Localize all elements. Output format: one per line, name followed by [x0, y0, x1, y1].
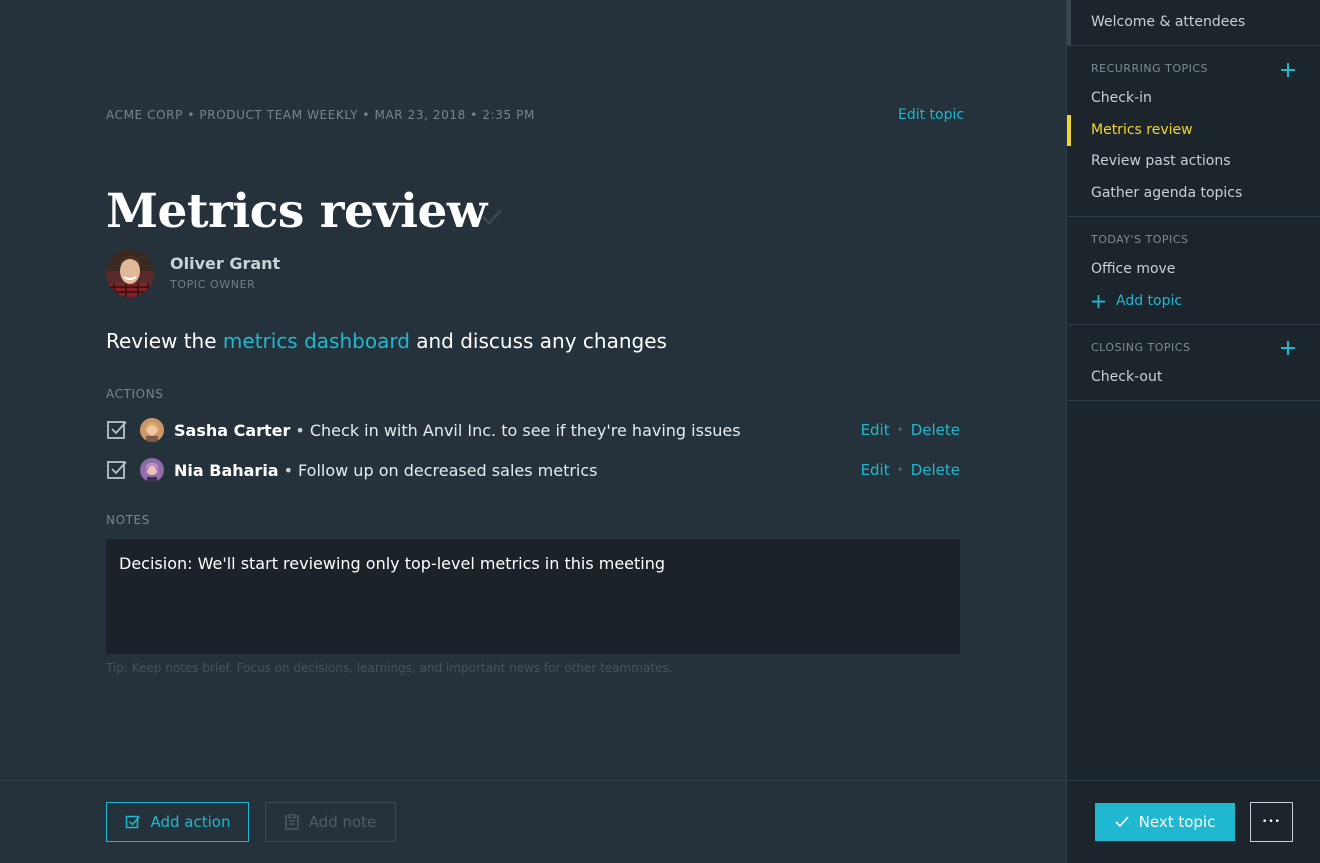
add-closing-topic-plus-icon[interactable]	[1280, 340, 1296, 356]
actions-label: ACTIONS	[106, 387, 164, 401]
action-row: Nia Baharia • Follow up on decreased sal…	[106, 456, 960, 484]
metrics-dashboard-link[interactable]: metrics dashboard	[223, 329, 410, 353]
sidebar-item-metrics-review[interactable]: Metrics review	[1091, 122, 1193, 138]
add-topic-label: Add topic	[1116, 293, 1183, 309]
add-recurring-topic-plus-icon[interactable]	[1280, 62, 1296, 78]
action-text: Follow up on decreased sales metrics	[298, 460, 598, 480]
checkbox-icon[interactable]	[106, 459, 128, 481]
separator: •	[896, 423, 904, 437]
description-text: Review the	[106, 329, 223, 353]
clipboard-icon	[284, 814, 299, 830]
breadcrumb: ACME CORP • PRODUCT TEAM WEEKLY • MAR 23…	[106, 108, 535, 122]
agenda-sidebar: Welcome & attendees RECURRING TOPICS Che…	[1066, 0, 1320, 863]
notes-tip: Tip: Keep notes brief. Focus on decision…	[106, 661, 673, 675]
next-topic-label: Next topic	[1138, 813, 1216, 831]
add-note-button[interactable]: Add note	[265, 802, 396, 842]
assignee-name: Sasha Carter	[174, 420, 291, 440]
sidebar-item-review-past-actions[interactable]: Review past actions	[1091, 153, 1231, 169]
add-note-label: Add note	[308, 813, 377, 831]
separator: •	[896, 463, 904, 477]
sidebar-divider	[1067, 324, 1320, 325]
recurring-topics-label: RECURRING TOPICS	[1091, 62, 1209, 75]
sidebar-item-office-move[interactable]: Office move	[1091, 261, 1175, 277]
sidebar-item-gather-agenda-topics[interactable]: Gather agenda topics	[1091, 185, 1242, 201]
plus-icon	[1091, 294, 1106, 308]
sidebar-footer-divider	[1067, 780, 1320, 781]
sidebar-divider	[1067, 45, 1320, 46]
closing-topics-label: CLOSING TOPICS	[1091, 341, 1191, 354]
complete-check-icon[interactable]	[480, 204, 504, 228]
notes-label: NOTES	[106, 513, 150, 527]
edit-action-button[interactable]: Edit	[861, 421, 890, 439]
notes-textarea[interactable]: Decision: We'll start reviewing only top…	[106, 539, 960, 654]
owner-avatar	[106, 249, 154, 297]
add-action-label: Add action	[150, 813, 231, 831]
sidebar-item-check-in[interactable]: Check-in	[1091, 90, 1152, 106]
sidebar-item-check-out[interactable]: Check-out	[1091, 369, 1162, 385]
avatar	[140, 458, 164, 482]
next-topic-button[interactable]: Next topic	[1095, 803, 1235, 841]
owner-name: Oliver Grant	[170, 254, 281, 273]
checkbox-icon	[125, 815, 140, 829]
sidebar-divider	[1067, 400, 1320, 401]
avatar	[140, 418, 164, 442]
add-topic-button[interactable]: Add topic	[1091, 293, 1182, 309]
edit-action-button[interactable]: Edit	[861, 461, 890, 479]
action-text: Check in with Anvil Inc. to see if they'…	[309, 420, 741, 440]
topic-description: Review the metrics dashboard and discuss…	[106, 329, 667, 353]
todays-topics-label: TODAY'S TOPICS	[1091, 233, 1189, 246]
check-icon	[1115, 816, 1129, 828]
footer-divider	[0, 780, 1066, 781]
action-row: Sasha Carter • Check in with Anvil Inc. …	[106, 416, 960, 444]
sidebar-divider	[1067, 216, 1320, 217]
separator: •	[295, 420, 305, 440]
scroll-indicator	[1067, 0, 1071, 45]
active-indicator	[1067, 115, 1071, 146]
description-text-end: and discuss any changes	[409, 329, 667, 353]
more-icon: •••	[1262, 817, 1281, 827]
owner-role: TOPIC OWNER	[170, 278, 256, 291]
delete-action-button[interactable]: Delete	[911, 421, 960, 439]
delete-action-button[interactable]: Delete	[911, 461, 960, 479]
main-panel: ACME CORP • PRODUCT TEAM WEEKLY • MAR 23…	[0, 0, 1066, 863]
action-controls: Edit • Delete	[861, 421, 960, 439]
sidebar-item-welcome[interactable]: Welcome & attendees	[1091, 14, 1245, 30]
checkbox-icon[interactable]	[106, 419, 128, 441]
add-action-button[interactable]: Add action	[106, 802, 249, 842]
page-title: Metrics review	[106, 184, 487, 239]
more-options-button[interactable]: •••	[1250, 802, 1293, 842]
assignee-name: Nia Baharia	[174, 460, 279, 480]
edit-topic-link[interactable]: Edit topic	[898, 107, 964, 123]
separator: •	[283, 460, 294, 480]
action-controls: Edit • Delete	[861, 461, 960, 479]
